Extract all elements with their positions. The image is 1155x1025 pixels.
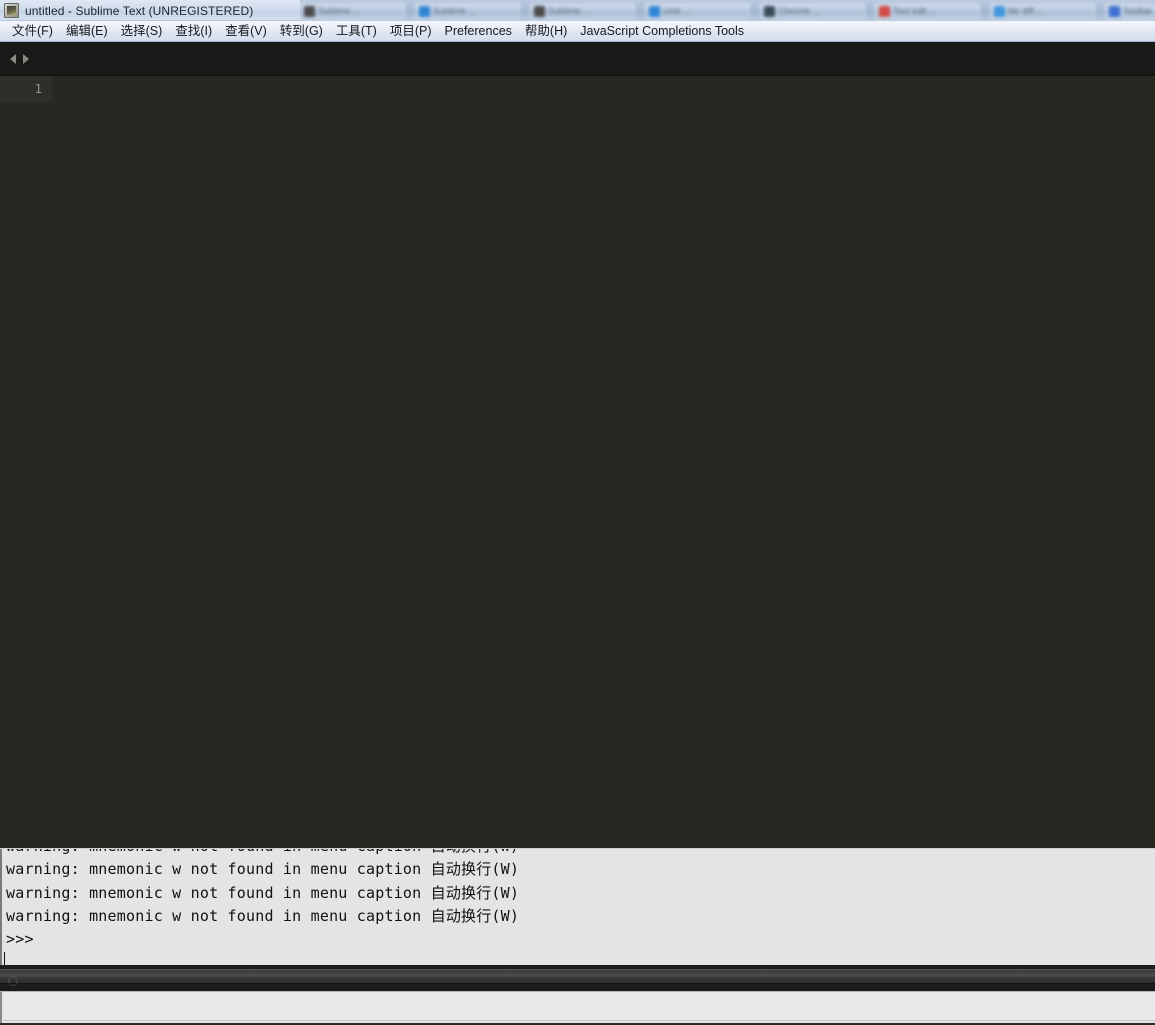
console-input[interactable] bbox=[3, 993, 1155, 1021]
menu-file[interactable]: 文件(F) bbox=[6, 22, 60, 41]
window-icon bbox=[1109, 5, 1120, 17]
background-window-label: Chrome ... bbox=[778, 6, 821, 16]
window-icon bbox=[649, 5, 660, 17]
sublime-text-icon bbox=[4, 3, 19, 18]
window-icon bbox=[994, 5, 1005, 17]
window-title: untitled - Sublime Text (UNREGISTERED) bbox=[25, 3, 254, 18]
background-window[interactable]: Toolbar bbox=[1105, 3, 1155, 19]
chevron-right-icon[interactable] bbox=[19, 52, 32, 65]
background-window[interactable]: Chrome ... bbox=[760, 3, 865, 19]
background-window[interactable]: Tool edit ... bbox=[875, 3, 980, 19]
window-icon bbox=[304, 5, 315, 17]
console-text-caret bbox=[4, 952, 5, 965]
scrollbar-grip-icon bbox=[8, 976, 18, 986]
menu-bar: 文件(F) 编辑(E) 选择(S) 查找(I) 查看(V) 转到(G) 工具(T… bbox=[0, 21, 1155, 42]
window-icon bbox=[764, 5, 775, 17]
background-window-label: Toolbar bbox=[1123, 6, 1151, 16]
menu-help[interactable]: 帮助(H) bbox=[519, 22, 574, 41]
background-window-label: Sublime ... bbox=[318, 6, 361, 16]
menu-view[interactable]: 查看(V) bbox=[219, 22, 274, 41]
menu-preferences[interactable]: Preferences bbox=[439, 22, 519, 41]
background-window[interactable]: cmd ... bbox=[645, 3, 750, 19]
console-prompt: >>> bbox=[6, 930, 34, 949]
menu-find[interactable]: 查找(I) bbox=[169, 22, 219, 41]
sublime-text-window: Sublime ... Sublime ... Sublime ... cmd … bbox=[0, 0, 1155, 1025]
menu-javascript-completions-tools[interactable]: JavaScript Completions Tools bbox=[574, 22, 751, 41]
title-bar[interactable]: untitled - Sublime Text (UNREGISTERED) bbox=[0, 0, 300, 21]
background-window-label: cmd ... bbox=[663, 6, 691, 16]
window-icon bbox=[534, 5, 545, 17]
menu-edit[interactable]: 编辑(E) bbox=[60, 22, 115, 41]
background-window-label: Tool edit ... bbox=[893, 6, 937, 16]
menu-project[interactable]: 项目(P) bbox=[384, 22, 439, 41]
background-window[interactable]: Sublime ... bbox=[300, 3, 405, 19]
background-window[interactable]: Sublime ... bbox=[530, 3, 635, 19]
chevron-left-icon[interactable] bbox=[6, 52, 19, 65]
menu-selection[interactable]: 选择(S) bbox=[115, 22, 170, 41]
background-window[interactable]: file diff ... bbox=[990, 3, 1095, 19]
menu-goto[interactable]: 转到(G) bbox=[274, 22, 330, 41]
console-output: warning: mnemonic w not found in menu ca… bbox=[3, 849, 1155, 965]
line-number-gutter: 1 bbox=[0, 76, 52, 102]
menu-tools[interactable]: 工具(T) bbox=[330, 22, 384, 41]
tab-bar bbox=[0, 42, 1155, 76]
background-window-label: Sublime ... bbox=[548, 6, 591, 16]
code-content[interactable] bbox=[52, 76, 1155, 848]
background-window-label: file diff ... bbox=[1008, 6, 1044, 16]
background-window[interactable]: Sublime ... bbox=[415, 3, 520, 19]
background-window-label: Sublime ... bbox=[433, 6, 476, 16]
window-icon bbox=[879, 5, 890, 17]
window-icon bbox=[419, 5, 430, 17]
console-line: warning: mnemonic w not found in menu ca… bbox=[6, 906, 520, 925]
console-line: warning: mnemonic w not found in menu ca… bbox=[6, 860, 520, 879]
bottom-status-strip[interactable] bbox=[0, 991, 1155, 1025]
console-line: warning: mnemonic w not found in menu ca… bbox=[6, 883, 520, 902]
console-line: warning: mnemonic w not found in menu ca… bbox=[6, 849, 1155, 858]
line-number: 1 bbox=[34, 81, 42, 96]
console-panel[interactable]: warning: mnemonic w not found in menu ca… bbox=[0, 848, 1155, 965]
horizontal-scrollbar[interactable] bbox=[0, 969, 1155, 986]
editor-area[interactable]: 1 bbox=[0, 76, 1155, 848]
panel-divider[interactable] bbox=[0, 965, 1155, 991]
